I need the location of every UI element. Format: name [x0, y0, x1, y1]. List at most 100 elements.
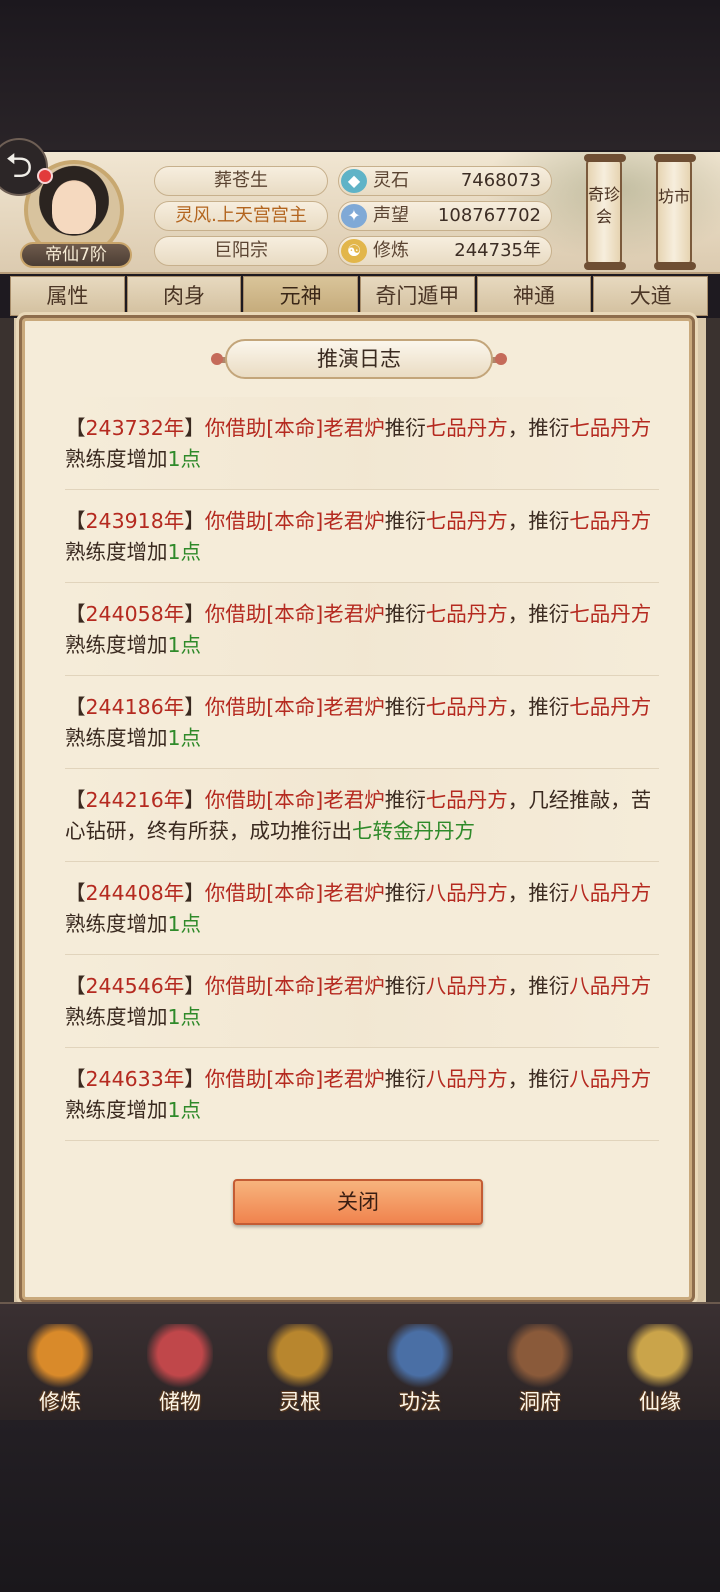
log-item2: 八品丹方 — [569, 974, 652, 998]
log-entry: 【244216年】你借助[本命]老君炉推衍七品丹方，几经推敲，苦心钻研，终有所获… — [65, 769, 659, 862]
log-t3: ，推衍 — [507, 509, 570, 533]
rank-badge: 帝仙7阶 — [20, 242, 132, 268]
log-t1: 你借助 — [204, 602, 267, 626]
log-t1: 你借助 — [204, 509, 267, 533]
resource-spirit-stone: ◆ 灵石 7468073 — [338, 166, 552, 196]
log-item: 八品丹方 — [425, 881, 508, 905]
log-gain: 1点 — [167, 912, 202, 936]
player-title: 灵风.上天宫宫主 — [154, 201, 328, 231]
log-close: 】 — [184, 602, 205, 626]
log-t4: 熟练度增加 — [65, 912, 168, 936]
log-item: 七品丹方 — [425, 509, 508, 533]
log-gain: 1点 — [167, 540, 202, 564]
resource-label: 修炼 — [373, 240, 409, 261]
log-t3: ，推衍 — [507, 974, 570, 998]
tab-spirit[interactable]: 元神 — [243, 276, 359, 316]
log-close: 】 — [184, 881, 205, 905]
nav-item-1[interactable]: 储物 — [120, 1304, 240, 1422]
log-item2: 八品丹方 — [569, 881, 652, 905]
log-t1: 你借助 — [204, 788, 267, 812]
tab-bar: 属性 肉身 元神 奇门遁甲 神通 大道 — [10, 276, 710, 316]
deduction-log-dialog: 推演日志 【243732年】你借助[本命]老君炉推衍七品丹方，推衍七品丹方熟练度… — [22, 318, 692, 1300]
technique-book-icon — [387, 1324, 453, 1390]
log-item2: 七品丹方 — [569, 416, 652, 440]
log-tool: [本命]老君炉 — [266, 602, 385, 626]
log-item: 八品丹方 — [425, 1067, 508, 1091]
log-item2: 七品丹方 — [569, 695, 652, 719]
log-close: 】 — [184, 509, 205, 533]
nav-label: 灵根 — [279, 1390, 321, 1414]
resource-value: 7468073 — [460, 170, 541, 191]
resource-cultivation: ☯ 修炼 244735年 — [338, 236, 552, 266]
log-item2: 七品丹方 — [569, 509, 652, 533]
log-item2: 七品丹方 — [569, 602, 652, 626]
top-background — [0, 0, 720, 150]
tab-qimen[interactable]: 奇门遁甲 — [360, 276, 475, 316]
treasure-auction-button[interactable]: 奇珍会 — [584, 154, 626, 270]
log-open: 【 — [65, 1067, 86, 1091]
resource-value: 108767702 — [437, 205, 541, 226]
log-tool: [本命]老君炉 — [266, 788, 385, 812]
log-close: 】 — [184, 695, 205, 719]
tab-attributes[interactable]: 属性 — [10, 276, 125, 316]
log-t4: 熟练度增加 — [65, 1098, 168, 1122]
log-open: 【 — [65, 602, 86, 626]
log-entry: 【244186年】你借助[本命]老君炉推衍七品丹方，推衍七品丹方熟练度增加1点 — [65, 676, 659, 769]
log-tool: [本命]老君炉 — [266, 695, 385, 719]
log-year: 243918年 — [85, 509, 185, 533]
log-t4: 熟练度增加 — [65, 1005, 168, 1029]
log-t3: ，推衍 — [507, 695, 570, 719]
log-gain: 1点 — [167, 447, 202, 471]
log-tool: [本命]老君炉 — [266, 974, 385, 998]
log-close: 】 — [184, 974, 205, 998]
player-name: 葬苍生 — [154, 166, 328, 196]
log-tool: [本命]老君炉 — [266, 416, 385, 440]
avatar-face — [52, 182, 96, 235]
resource-label: 灵石 — [373, 170, 409, 191]
log-t2: 推衍 — [384, 509, 426, 533]
tab-divine-power[interactable]: 神通 — [476, 276, 592, 316]
bottom-navigation: 修炼 储物 灵根 功法 洞府 仙缘 — [0, 1302, 720, 1420]
log-tool: [本命]老君炉 — [266, 1067, 385, 1091]
log-t2: 推衍 — [384, 602, 426, 626]
log-open: 【 — [65, 695, 86, 719]
storage-bag-icon — [147, 1324, 213, 1390]
log-t1: 你借助 — [204, 881, 267, 905]
log-item: 七品丹方 — [425, 788, 508, 812]
close-button[interactable]: 关闭 — [233, 1179, 483, 1225]
nav-item-2[interactable]: 灵根 — [240, 1304, 360, 1422]
log-t4: 熟练度增加 — [65, 447, 168, 471]
cave-dwelling-icon — [507, 1324, 573, 1390]
spirit-stone-icon: ◆ — [341, 169, 367, 193]
tab-body[interactable]: 肉身 — [126, 276, 242, 316]
log-gain: 1点 — [167, 1005, 202, 1029]
market-button[interactable]: 坊市 — [654, 154, 696, 270]
log-year: 244408年 — [85, 881, 185, 905]
nav-item-4[interactable]: 洞府 — [480, 1304, 600, 1422]
log-entry: 【244058年】你借助[本命]老君炉推衍七品丹方，推衍七品丹方熟练度增加1点 — [65, 583, 659, 676]
log-t4: 熟练度增加 — [65, 633, 168, 657]
log-t2: 推衍 — [384, 695, 426, 719]
log-year: 244216年 — [85, 788, 185, 812]
log-t4: 熟练度增加 — [65, 726, 168, 750]
log-open: 【 — [65, 416, 86, 440]
log-tool: [本命]老君炉 — [266, 509, 385, 533]
log-item: 八品丹方 — [425, 974, 508, 998]
log-entry: 【244633年】你借助[本命]老君炉推衍八品丹方，推衍八品丹方熟练度增加1点 — [65, 1048, 659, 1141]
nav-label: 修炼 — [39, 1390, 81, 1414]
log-tool: [本命]老君炉 — [266, 881, 385, 905]
immortal-fate-icon — [627, 1324, 693, 1390]
log-year: 244058年 — [85, 602, 185, 626]
log-list: 【243732年】你借助[本命]老君炉推衍七品丹方，推衍七品丹方熟练度增加1点【… — [65, 397, 659, 1141]
tab-dao[interactable]: 大道 — [593, 276, 709, 316]
nav-item-0[interactable]: 修炼 — [0, 1304, 120, 1422]
log-t3: ，推衍 — [507, 416, 570, 440]
log-item: 七品丹方 — [425, 416, 508, 440]
nav-item-5[interactable]: 仙缘 — [600, 1304, 720, 1422]
log-close: 】 — [184, 1067, 205, 1091]
resource-prestige: ✦ 声望 108767702 — [338, 201, 552, 231]
resource-label: 声望 — [373, 205, 409, 226]
log-entry: 【243732年】你借助[本命]老君炉推衍七品丹方，推衍七品丹方熟练度增加1点 — [65, 397, 659, 490]
nav-item-3[interactable]: 功法 — [360, 1304, 480, 1422]
log-t1: 你借助 — [204, 1067, 267, 1091]
